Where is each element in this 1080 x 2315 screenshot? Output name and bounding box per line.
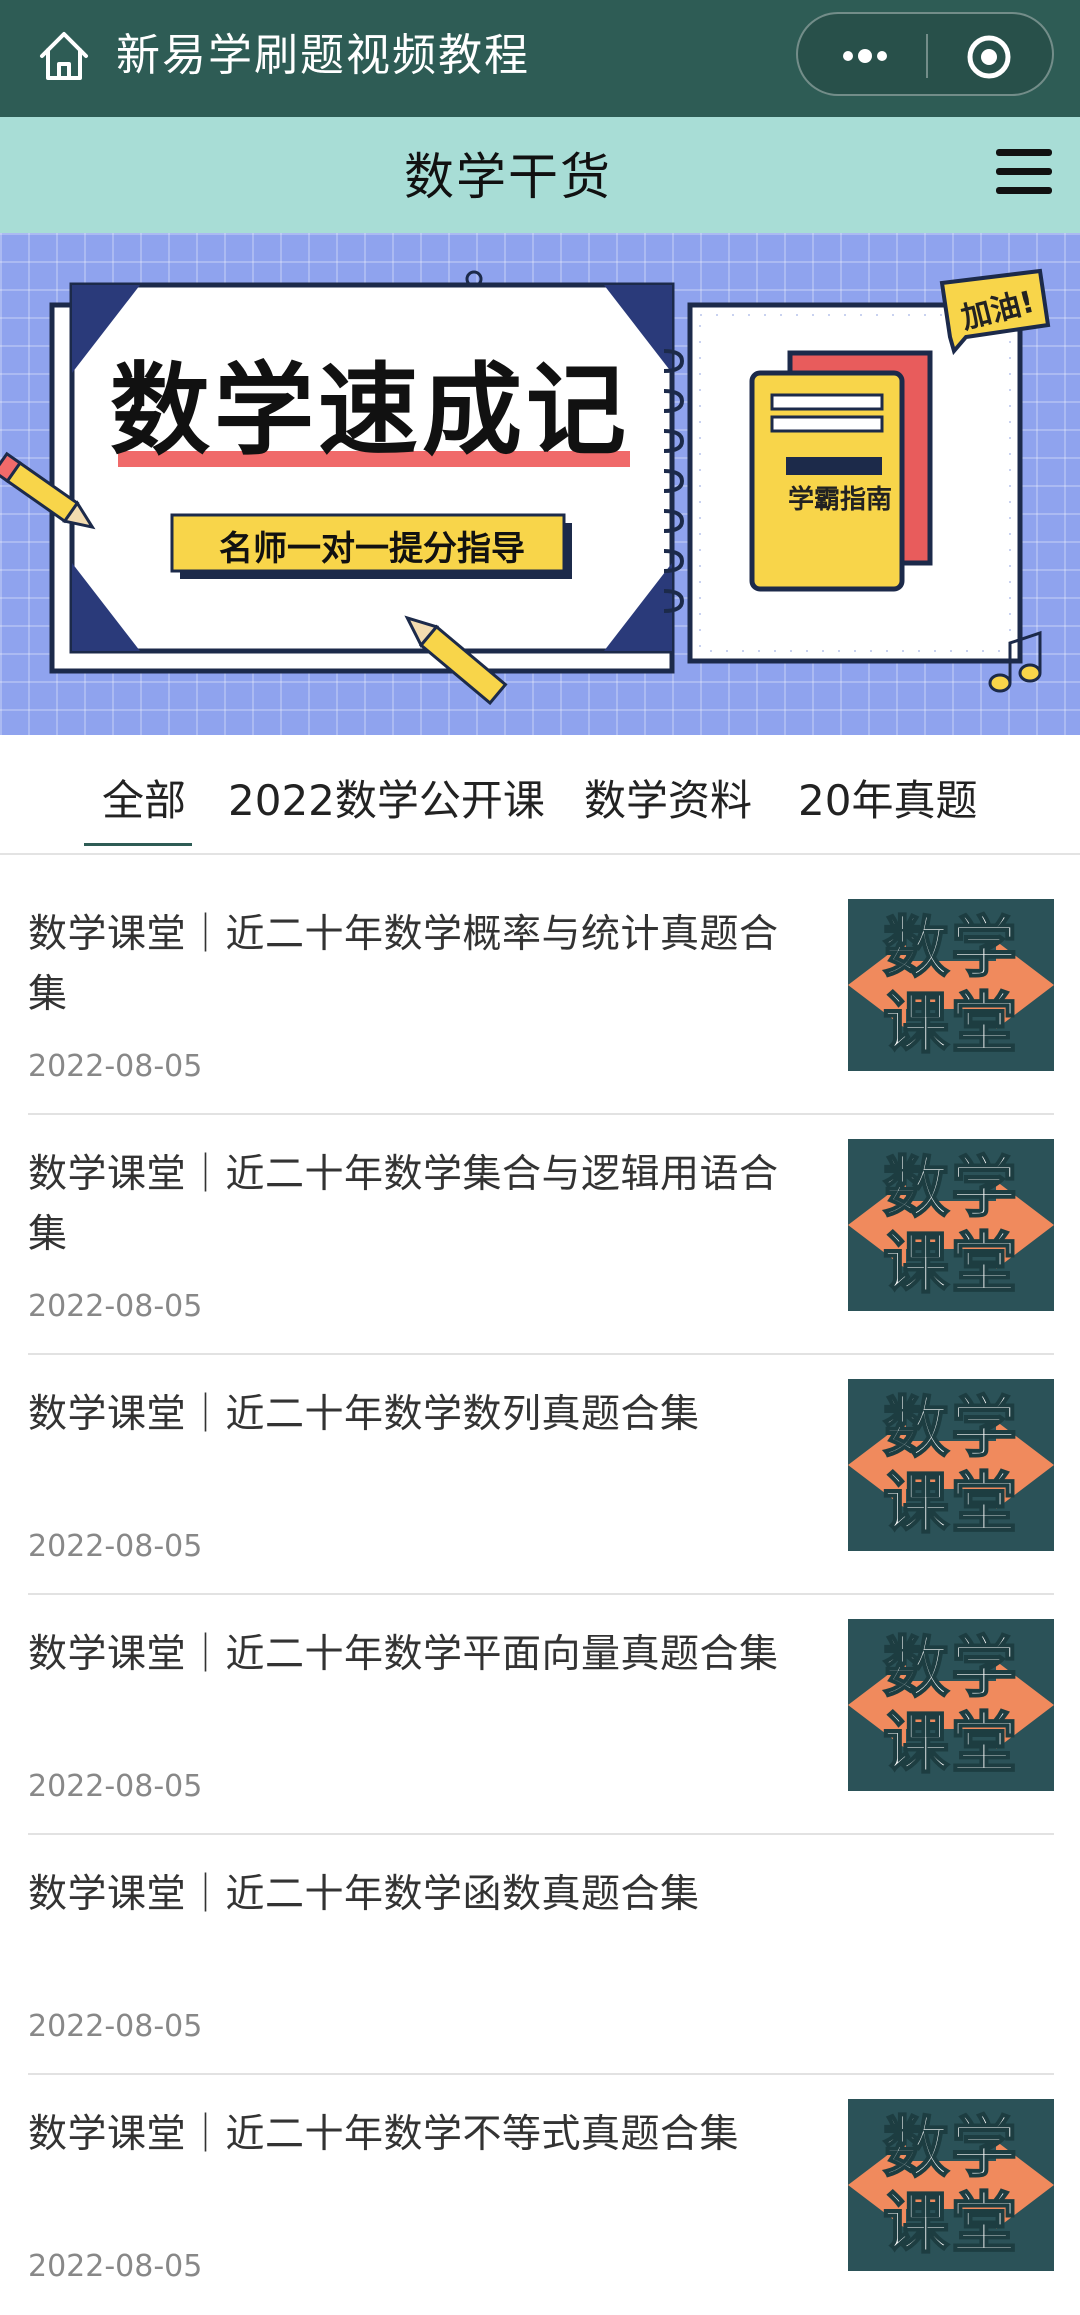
capsule-divider xyxy=(926,34,928,78)
thumbnail-text: 数学 xyxy=(882,2109,1019,2186)
article-item[interactable]: 数学课堂｜近二十年数学概率与统计真题合集 2022-08-05 数学 课堂 xyxy=(28,875,1054,1115)
article-item[interactable]: 数学课堂｜近二十年数学数列真题合集 2022-08-05 数学 课堂 xyxy=(28,1355,1054,1595)
thumbnail-text: 数学 xyxy=(882,909,1019,986)
thumbnail-text: 课堂 xyxy=(882,2185,1019,2262)
article-date: 2022-08-05 xyxy=(28,1769,203,1804)
article-date: 2022-08-05 xyxy=(28,1289,203,1324)
tab-all[interactable]: 全部 xyxy=(83,775,193,846)
thumbnail-text: 数学 xyxy=(882,1389,1019,1466)
article-item[interactable]: 数学课堂｜近二十年数学不等式真题合集 2022-08-05 数学 课堂 xyxy=(28,2075,1054,2315)
home-icon[interactable] xyxy=(34,26,94,86)
section-title: 数学干货 xyxy=(404,148,612,206)
circle-target-icon[interactable] xyxy=(966,34,1012,80)
article-date: 2022-08-05 xyxy=(28,2249,203,2284)
article-thumbnail: 数学 课堂 xyxy=(848,1379,1054,1551)
thumbnail-text: 课堂 xyxy=(882,1225,1019,1302)
article-date: 2022-08-05 xyxy=(28,1049,203,1084)
tab-2022-open-course[interactable]: 2022数学公开课 xyxy=(228,775,545,827)
article-title: 数学课堂｜近二十年数学平面向量真题合集 xyxy=(28,1632,779,1677)
thumbnail-text: 数学 xyxy=(882,1149,1019,1226)
article-title: 数学课堂｜近二十年数学函数真题合集 xyxy=(28,1872,700,1917)
section-header: 数学干货 xyxy=(0,117,1080,233)
thumbnail-text: 数学 xyxy=(882,1629,1019,1706)
article-title: 数学课堂｜近二十年数学数列真题合集 xyxy=(28,1392,700,1437)
hamburger-menu-icon[interactable] xyxy=(994,145,1054,199)
tab-20-year-exams[interactable]: 20年真题 xyxy=(798,775,977,827)
mini-program-capsule xyxy=(796,12,1054,96)
article-date: 2022-08-05 xyxy=(28,2009,203,2044)
article-item[interactable]: 数学课堂｜近二十年数学函数真题合集 2022-08-05 xyxy=(28,1835,1054,2075)
thumbnail-text: 课堂 xyxy=(882,1705,1019,1782)
top-navigation-bar: 新易学刷题视频教程 xyxy=(0,0,1080,117)
banner-title: 数学速成记 xyxy=(110,352,630,469)
article-item[interactable]: 数学课堂｜近二十年数学平面向量真题合集 2022-08-05 数学 课堂 xyxy=(28,1595,1054,1835)
article-title: 数学课堂｜近二十年数学不等式真题合集 xyxy=(28,2112,740,2157)
thumbnail-text: 课堂 xyxy=(882,1465,1019,1542)
tab-math-materials[interactable]: 数学资料 xyxy=(584,775,752,827)
banner-book-label: 学霸指南 xyxy=(787,485,892,515)
article-thumbnail: 数学 课堂 xyxy=(848,2099,1054,2271)
article-thumbnail: 数学 课堂 xyxy=(848,1619,1054,1791)
thumbnail-text: 课堂 xyxy=(882,985,1019,1062)
promo-banner[interactable]: 数学速成记 名师一对一提分指导 学霸指南 加油! xyxy=(0,233,1080,735)
article-thumbnail: 数学 课堂 xyxy=(848,1139,1054,1311)
article-item[interactable]: 数学课堂｜近二十年数学集合与逻辑用语合集 2022-08-05 数学 课堂 xyxy=(28,1115,1054,1355)
app-title: 新易学刷题视频教程 xyxy=(116,30,530,81)
article-title: 数学课堂｜近二十年数学概率与统计真题合集 xyxy=(28,912,779,1017)
category-tabs: 全部 2022数学公开课 数学资料 20年真题 xyxy=(0,735,1080,855)
article-thumbnail: 数学 课堂 xyxy=(848,899,1054,1071)
more-dots-icon[interactable] xyxy=(828,36,898,76)
article-title: 数学课堂｜近二十年数学集合与逻辑用语合集 xyxy=(28,1152,779,1257)
banner-subtitle: 名师一对一提分指导 xyxy=(219,529,525,569)
article-date: 2022-08-05 xyxy=(28,1529,203,1564)
